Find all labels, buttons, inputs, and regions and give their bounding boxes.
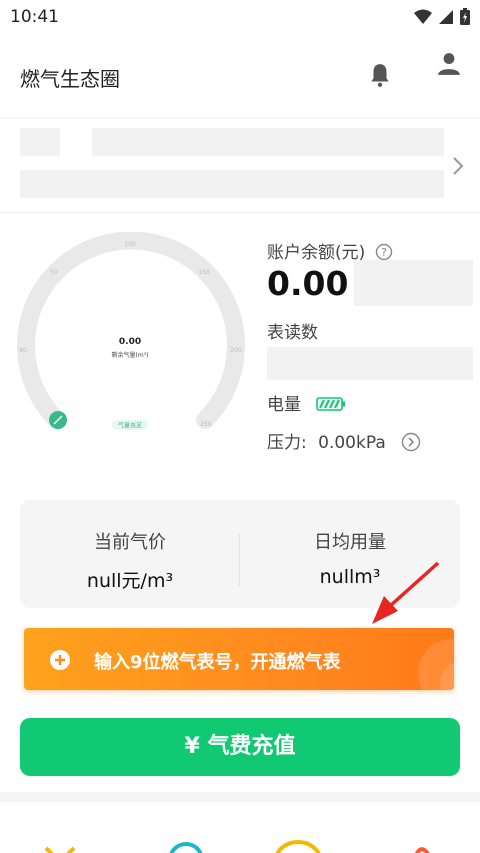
skeleton-block bbox=[20, 128, 60, 156]
gauge-badge: 气量充足 bbox=[118, 422, 142, 430]
recharge-button[interactable]: ¥ 气费充值 bbox=[20, 718, 460, 776]
battery-icon bbox=[460, 8, 470, 25]
battery-label: 电量 bbox=[267, 395, 301, 415]
chevron-right-circle-icon[interactable] bbox=[401, 432, 421, 452]
divider bbox=[0, 212, 480, 213]
signal-icon bbox=[439, 9, 453, 24]
user-icon[interactable] bbox=[436, 51, 462, 77]
balance-value: 0.00 bbox=[267, 264, 349, 303]
gauge-tick: 100 bbox=[124, 241, 136, 248]
gauge-tick: 200 bbox=[230, 347, 242, 354]
status-icons bbox=[414, 8, 470, 25]
gauge-tick: 90 bbox=[19, 347, 27, 354]
meter-reading-value bbox=[267, 347, 473, 380]
svg-text:?: ? bbox=[381, 246, 387, 259]
open-meter-banner[interactable]: 输入9位燃气表号，开通燃气表 bbox=[24, 628, 454, 690]
quick-entry-icons bbox=[44, 840, 430, 853]
wifi-icon bbox=[414, 9, 432, 24]
banner-decoration bbox=[418, 639, 454, 690]
page-title: 燃气生态圈 bbox=[20, 67, 120, 91]
gauge-tick: 250 bbox=[200, 421, 212, 428]
current-price-value: null元/m³ bbox=[86, 570, 174, 592]
help-icon[interactable]: ? bbox=[375, 243, 393, 261]
pressure-row: 压力: 0.00kPa bbox=[267, 428, 421, 453]
quick-entry-icon-1 bbox=[44, 846, 76, 853]
app-bar: 燃气生态圈 bbox=[0, 34, 480, 119]
status-bar: 10:41 bbox=[0, 0, 480, 34]
skeleton-block bbox=[92, 128, 444, 156]
battery-row: 电量 bbox=[267, 390, 346, 415]
quick-entry-icon-4 bbox=[414, 847, 430, 853]
pressure-label: 压力: bbox=[267, 433, 307, 453]
skeleton-block bbox=[354, 260, 473, 306]
gas-gauge: 100 50 150 90 200 250 0.00 剩余气量(m³) 气量充足 bbox=[17, 232, 245, 430]
gauge-tick: 150 bbox=[198, 269, 210, 276]
section-separator bbox=[0, 792, 480, 802]
skeleton-block bbox=[20, 170, 444, 198]
status-time: 10:41 bbox=[10, 7, 59, 27]
open-meter-text: 输入9位燃气表号，开通燃气表 bbox=[94, 652, 341, 673]
chevron-right-icon bbox=[453, 157, 464, 175]
gauge-value: 0.00 bbox=[119, 337, 141, 347]
plus-icon bbox=[50, 650, 70, 670]
gauge-label: 剩余气量(m³) bbox=[112, 351, 149, 359]
bell-icon[interactable] bbox=[367, 62, 393, 88]
daily-usage-value: nullm³ bbox=[319, 566, 381, 588]
quick-entry-icon-3 bbox=[275, 840, 321, 853]
quick-entry-icon-2 bbox=[169, 842, 203, 853]
gauge-track bbox=[17, 232, 245, 429]
current-price-label: 当前气价 bbox=[94, 532, 166, 553]
pressure-value: 0.00kPa bbox=[318, 433, 386, 453]
gauge-tick: 50 bbox=[50, 269, 58, 276]
battery-level-icon bbox=[316, 397, 346, 411]
daily-usage-label: 日均用量 bbox=[314, 532, 386, 553]
usage-stats-card: 当前气价 null元/m³ 日均用量 nullm³ bbox=[20, 500, 460, 608]
meter-reading-label: 表读数 bbox=[267, 323, 318, 343]
